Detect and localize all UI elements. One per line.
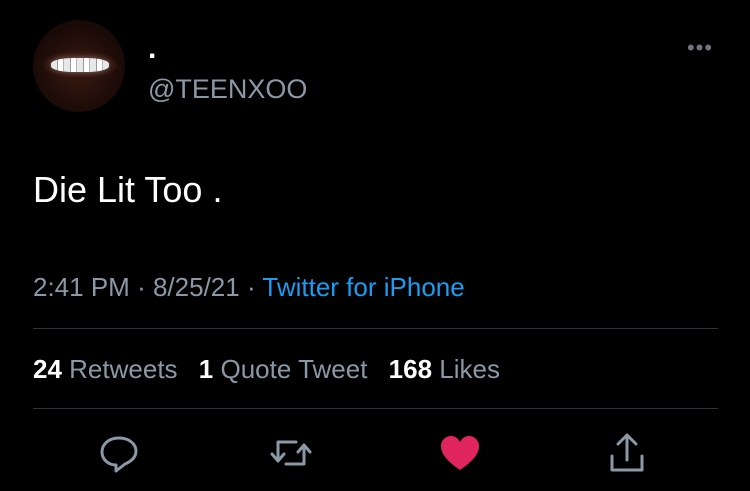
share-button[interactable] — [604, 430, 650, 476]
likes-count: 168 — [388, 354, 433, 384]
meta-separator: · — [137, 272, 146, 302]
retweet-icon — [270, 440, 312, 466]
tweet-time[interactable]: 2:41 PM — [33, 272, 130, 302]
quote-label: Quote Tweet — [220, 354, 368, 384]
likes-label: Likes — [439, 354, 500, 384]
quote-tweets-stat[interactable]: 1 Quote Tweet — [199, 354, 368, 384]
tweet-detail: . @TEENXOO ••• Die Lit Too . 2:41 PM · 8… — [0, 0, 750, 491]
avatar[interactable] — [33, 20, 125, 112]
reply-icon — [100, 436, 138, 473]
retweet-button[interactable] — [268, 430, 314, 476]
divider — [33, 328, 718, 329]
action-bar — [0, 430, 750, 476]
tweet-text: Die Lit Too . — [33, 169, 223, 210]
heart-icon — [441, 436, 479, 470]
retweets-stat[interactable]: 24 Retweets — [33, 354, 178, 384]
retweets-label: Retweets — [69, 354, 178, 384]
display-name[interactable]: . — [148, 32, 156, 66]
user-handle[interactable]: @TEENXOO — [148, 73, 307, 105]
engagement-stats: 24 Retweets 1 Quote Tweet 168 Likes — [33, 352, 500, 386]
quote-count: 1 — [198, 354, 214, 384]
tweet-source-link[interactable]: Twitter for iPhone — [262, 272, 464, 302]
meta-separator: · — [246, 272, 256, 302]
reply-button[interactable] — [96, 430, 142, 476]
share-icon — [610, 433, 644, 472]
more-options-icon[interactable]: ••• — [682, 37, 718, 59]
like-button[interactable] — [437, 430, 483, 476]
tweet-meta: 2:41 PM · 8/25/21 · Twitter for iPhone — [33, 270, 465, 304]
retweets-count: 24 — [33, 354, 62, 384]
tweet-date[interactable]: 8/25/21 — [153, 272, 240, 302]
likes-stat[interactable]: 168 Likes — [389, 354, 500, 384]
divider — [33, 408, 718, 409]
avatar-teeth — [51, 58, 109, 72]
